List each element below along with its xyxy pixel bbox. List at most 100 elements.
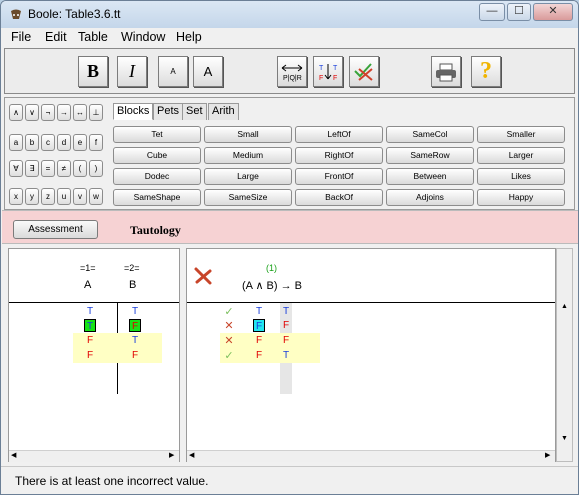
predicate-samesize[interactable]: SameSize: [204, 189, 292, 206]
scroll-down-icon[interactable]: ▼: [561, 435, 568, 442]
symbol-e[interactable]: e: [73, 134, 87, 151]
symbol-u[interactable]: u: [57, 188, 71, 205]
truth-cell[interactable]: T: [129, 334, 141, 347]
status-bar: There is at least one incorrect value.: [1, 466, 578, 494]
reference-columns-pane[interactable]: =1= =2= A B T T F F T F T F: [8, 248, 180, 462]
menu-table[interactable]: Table: [78, 30, 108, 44]
truth-cell[interactable]: F: [280, 319, 292, 332]
sentence-number: (1): [266, 263, 277, 273]
predicate-frontof[interactable]: FrontOf: [295, 168, 383, 185]
symbol-d[interactable]: d: [57, 134, 71, 151]
symbol-not-equals[interactable]: ≠: [57, 160, 71, 177]
predicate-small[interactable]: Small: [204, 126, 292, 143]
truth-cell[interactable]: F: [253, 319, 265, 332]
menu-edit[interactable]: Edit: [45, 30, 67, 44]
fill-column-button[interactable]: TFTF: [313, 56, 343, 87]
symbol-b[interactable]: b: [25, 134, 39, 151]
menu-file[interactable]: File: [11, 30, 31, 44]
symbol-exists[interactable]: ∃: [25, 160, 39, 177]
tab-pets[interactable]: Pets: [153, 103, 184, 120]
sentence-formula[interactable]: (A ∧ B) → B: [242, 279, 302, 292]
predicate-leftof[interactable]: LeftOf: [295, 126, 383, 143]
left-horizontal-scrollbar[interactable]: ◀ ▶: [9, 450, 179, 462]
truth-cell[interactable]: T: [84, 305, 96, 318]
symbol-or[interactable]: ∨: [25, 104, 39, 121]
predicate-samecol[interactable]: SameCol: [386, 126, 474, 143]
predicate-tet[interactable]: Tet: [113, 126, 201, 143]
symbol-open-paren[interactable]: (: [73, 160, 87, 177]
symbol-implies[interactable]: →: [57, 104, 71, 121]
tab-set[interactable]: Set: [182, 103, 207, 120]
symbol-x[interactable]: x: [9, 188, 23, 205]
maximize-button[interactable]: ☐: [507, 3, 531, 21]
predicate-likes[interactable]: Likes: [477, 168, 565, 185]
predicate-happy[interactable]: Happy: [477, 189, 565, 206]
predicate-cube[interactable]: Cube: [113, 147, 201, 164]
symbol-v[interactable]: v: [73, 188, 87, 205]
add-column-icon: P|Q|R: [281, 64, 303, 82]
large-font-button[interactable]: A: [193, 56, 223, 87]
svg-text:F: F: [319, 75, 323, 82]
truth-cell[interactable]: F: [129, 349, 141, 362]
predicate-between[interactable]: Between: [386, 168, 474, 185]
symbol-bottom[interactable]: ⊥: [89, 104, 103, 121]
symbol-f[interactable]: f: [89, 134, 103, 151]
predicate-adjoins[interactable]: Adjoins: [386, 189, 474, 206]
add-column-button[interactable]: P|Q|R: [277, 56, 307, 87]
header-divider: [187, 302, 555, 303]
tab-blocks[interactable]: Blocks: [113, 103, 154, 120]
menu-help[interactable]: Help: [176, 30, 202, 44]
print-button[interactable]: [431, 56, 461, 87]
verify-table-button[interactable]: [349, 56, 379, 87]
predicate-smaller[interactable]: Smaller: [477, 126, 565, 143]
bold-button[interactable]: B: [78, 56, 108, 87]
vertical-scrollbar[interactable]: ▲ ▼: [556, 248, 573, 462]
scroll-left-icon[interactable]: ◀: [11, 451, 16, 459]
truth-cell[interactable]: F: [253, 334, 265, 347]
predicate-samerow[interactable]: SameRow: [386, 147, 474, 164]
truth-cell[interactable]: F: [129, 319, 141, 332]
target-columns-pane[interactable]: (1) (A ∧ B) → B ✓ ✕ ✕ ✓ T F F F T F F T: [186, 248, 556, 462]
menu-window[interactable]: Window: [121, 30, 165, 44]
small-font-button[interactable]: A: [158, 56, 188, 87]
column-header-b: B: [129, 279, 137, 291]
close-button[interactable]: ✕: [533, 3, 573, 21]
truth-cell[interactable]: F: [280, 334, 292, 347]
italic-button[interactable]: I: [117, 56, 147, 87]
predicate-large[interactable]: Large: [204, 168, 292, 185]
symbol-forall[interactable]: ∀: [9, 160, 23, 177]
symbol-equals[interactable]: =: [41, 160, 55, 177]
scroll-left-icon[interactable]: ◀: [189, 451, 194, 459]
truth-cell[interactable]: F: [84, 334, 96, 347]
truth-cell[interactable]: T: [84, 319, 96, 332]
predicate-rightof[interactable]: RightOf: [295, 147, 383, 164]
extensions-button[interactable]: ?: [471, 56, 501, 87]
predicate-medium[interactable]: Medium: [204, 147, 292, 164]
scroll-right-icon[interactable]: ▶: [169, 451, 174, 459]
minimize-button[interactable]: —: [479, 3, 505, 21]
symbol-iff[interactable]: ↔: [73, 104, 87, 121]
truth-cell[interactable]: F: [253, 349, 265, 362]
truth-cell[interactable]: F: [84, 349, 96, 362]
truth-cell[interactable]: T: [253, 305, 265, 318]
symbol-y[interactable]: y: [25, 188, 39, 205]
symbol-z[interactable]: z: [41, 188, 55, 205]
symbol-close-paren[interactable]: ): [89, 160, 103, 177]
predicate-sameshape[interactable]: SameShape: [113, 189, 201, 206]
predicate-larger[interactable]: Larger: [477, 147, 565, 164]
tab-arith[interactable]: Arith: [208, 103, 239, 120]
truth-cell[interactable]: T: [280, 305, 292, 318]
predicate-backof[interactable]: BackOf: [295, 189, 383, 206]
symbol-w[interactable]: w: [89, 188, 103, 205]
right-horizontal-scrollbar[interactable]: ◀ ▶: [187, 450, 555, 462]
assessment-button[interactable]: Assessment: [13, 220, 98, 239]
scroll-up-icon[interactable]: ▲: [561, 303, 568, 310]
symbol-c[interactable]: c: [41, 134, 55, 151]
truth-cell[interactable]: T: [129, 305, 141, 318]
symbol-not[interactable]: ¬: [41, 104, 55, 121]
truth-cell[interactable]: T: [280, 349, 292, 362]
symbol-and[interactable]: ∧: [9, 104, 23, 121]
predicate-dodec[interactable]: Dodec: [113, 168, 201, 185]
symbol-a[interactable]: a: [9, 134, 23, 151]
scroll-right-icon[interactable]: ▶: [545, 451, 550, 459]
